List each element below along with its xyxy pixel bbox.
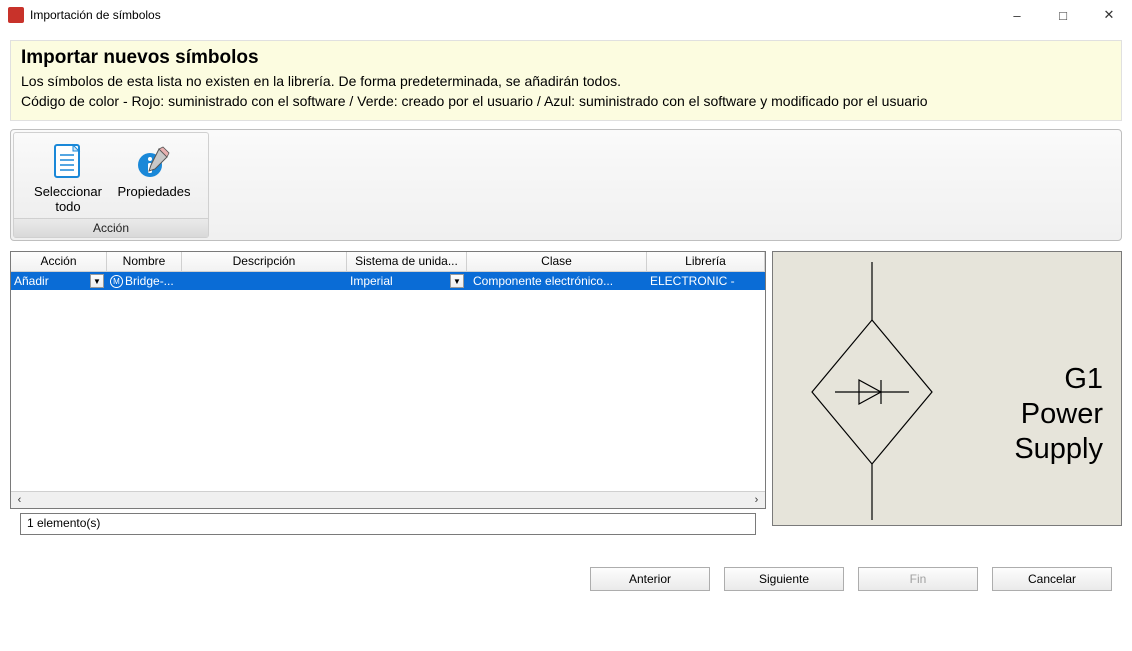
symbol-preview: G1 Power Supply bbox=[772, 251, 1122, 526]
col-header-nombre[interactable]: Nombre bbox=[107, 252, 182, 271]
preview-line1: G1 bbox=[1014, 362, 1103, 397]
ribbon-group-action: Seleccionar todo Propiedades Acción bbox=[13, 132, 209, 239]
preview-line2: Power bbox=[1014, 397, 1103, 432]
window-title: Importación de símbolos bbox=[30, 8, 161, 22]
cell-libreria: ELECTRONIC - bbox=[650, 274, 735, 288]
grid-panel: Acción Nombre Descripción Sistema de uni… bbox=[10, 251, 766, 535]
cell-sistema: Imperial bbox=[350, 274, 393, 288]
table-row[interactable]: Añadir ▼ M Bridge-... Imperial ▼ bbox=[11, 272, 765, 290]
minimize-button[interactable]: – bbox=[994, 0, 1040, 30]
select-all-label: Seleccionar todo bbox=[27, 185, 109, 215]
scroll-right-icon[interactable]: › bbox=[748, 492, 765, 509]
symbols-grid[interactable]: Acción Nombre Descripción Sistema de uni… bbox=[10, 251, 766, 509]
maximize-button[interactable]: □ bbox=[1040, 0, 1086, 30]
symbol-type-icon: M bbox=[110, 275, 123, 288]
scroll-left-icon[interactable]: ‹ bbox=[11, 492, 28, 509]
col-header-clase[interactable]: Clase bbox=[467, 252, 647, 271]
bridge-rectifier-icon bbox=[787, 262, 957, 522]
status-text: 1 elemento(s) bbox=[27, 516, 100, 530]
wizard-buttons: Anterior Siguiente Fin Cancelar bbox=[10, 567, 1112, 591]
titlebar: Importación de símbolos – □ ✕ bbox=[0, 0, 1132, 30]
finish-button[interactable]: Fin bbox=[858, 567, 978, 591]
preview-label: G1 Power Supply bbox=[1014, 362, 1103, 466]
properties-button[interactable]: Propiedades bbox=[111, 139, 197, 219]
dropdown-icon[interactable]: ▼ bbox=[90, 274, 104, 288]
col-header-descripcion[interactable]: Descripción bbox=[182, 252, 347, 271]
cancel-button[interactable]: Cancelar bbox=[992, 567, 1112, 591]
properties-label: Propiedades bbox=[118, 185, 191, 200]
info-banner: Importar nuevos símbolos Los símbolos de… bbox=[10, 40, 1122, 121]
col-header-sistema[interactable]: Sistema de unida... bbox=[347, 252, 467, 271]
col-header-accion[interactable]: Acción bbox=[11, 252, 107, 271]
previous-button[interactable]: Anterior bbox=[590, 567, 710, 591]
ribbon: Seleccionar todo Propiedades Acción bbox=[10, 129, 1122, 242]
cell-nombre: Bridge-... bbox=[125, 274, 174, 288]
preview-line3: Supply bbox=[1014, 432, 1103, 467]
grid-header: Acción Nombre Descripción Sistema de uni… bbox=[11, 252, 765, 272]
banner-heading: Importar nuevos símbolos bbox=[21, 47, 1111, 69]
grid-body: Añadir ▼ M Bridge-... Imperial ▼ bbox=[11, 272, 765, 491]
status-bar: 1 elemento(s) bbox=[20, 513, 756, 535]
col-header-libreria[interactable]: Librería bbox=[647, 252, 765, 271]
banner-line2: Código de color - Rojo: suministrado con… bbox=[21, 91, 1111, 111]
next-button[interactable]: Siguiente bbox=[724, 567, 844, 591]
horizontal-scrollbar[interactable]: ‹ › bbox=[11, 491, 765, 508]
select-all-button[interactable]: Seleccionar todo bbox=[25, 139, 111, 219]
banner-line1: Los símbolos de esta lista no existen en… bbox=[21, 71, 1111, 91]
app-icon bbox=[8, 7, 24, 23]
close-button[interactable]: ✕ bbox=[1086, 0, 1132, 30]
cell-accion: Añadir bbox=[14, 274, 49, 288]
dropdown-icon[interactable]: ▼ bbox=[450, 274, 464, 288]
info-pencil-icon bbox=[133, 141, 175, 183]
window-controls: – □ ✕ bbox=[994, 0, 1132, 30]
cell-clase: Componente electrónico... bbox=[473, 274, 613, 288]
ribbon-group-label: Acción bbox=[14, 218, 208, 237]
document-list-icon bbox=[47, 141, 89, 183]
